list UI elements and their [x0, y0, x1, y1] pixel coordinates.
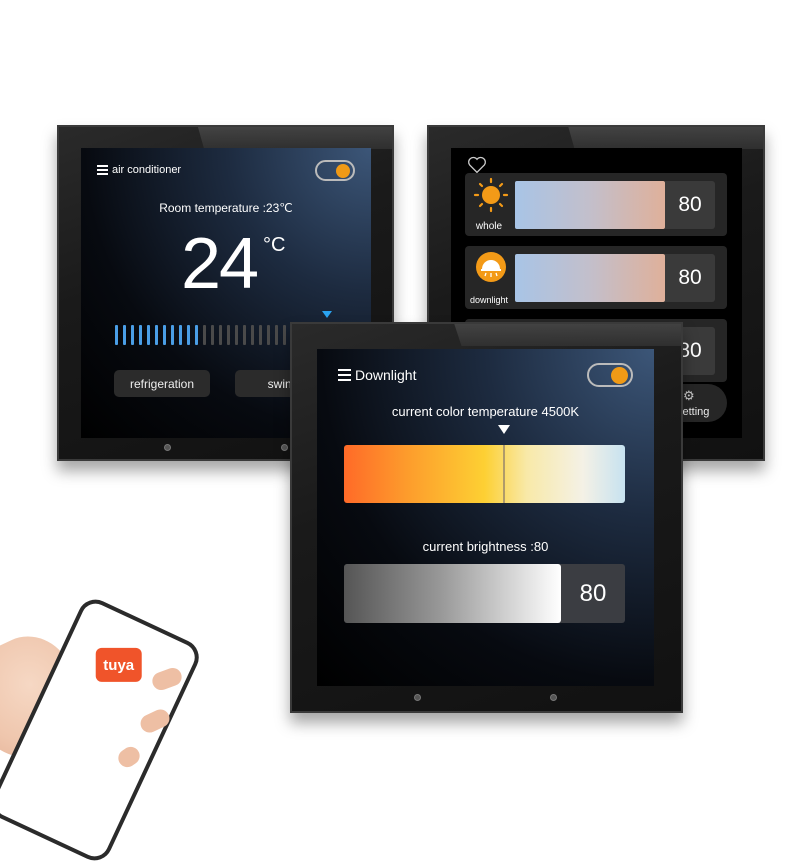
- ac-power-toggle[interactable]: [315, 160, 355, 181]
- color-temperature-pointer-icon[interactable]: [498, 425, 511, 434]
- gear-icon: ⚙: [683, 388, 695, 403]
- temperature-level-slider[interactable]: [115, 325, 302, 345]
- level-tick: [147, 325, 150, 345]
- refrigeration-button[interactable]: refrigeration: [114, 370, 210, 397]
- toggle-knob: [611, 367, 628, 384]
- color-temperature-label: current color temperature 4500K: [391, 404, 580, 419]
- brightness-value: 80: [579, 579, 607, 607]
- color-temperature-marker[interactable]: [503, 445, 506, 503]
- menu-icon[interactable]: [338, 369, 351, 381]
- level-tick: [251, 325, 254, 345]
- set-temperature: 24: [181, 224, 259, 304]
- room-temperature-label: Room temperature :23℃: [159, 201, 293, 215]
- level-tick: [195, 325, 198, 345]
- level-tick: [275, 325, 278, 345]
- sun-icon: [473, 177, 509, 213]
- light-level-bar[interactable]: [515, 254, 665, 302]
- level-tick: [123, 325, 126, 345]
- temperature-unit: °C: [263, 234, 286, 256]
- light-row-downlight[interactable]: downlight 80: [465, 246, 727, 309]
- heart-icon[interactable]: [467, 156, 487, 174]
- menu-icon[interactable]: [97, 165, 108, 175]
- brightness-fill[interactable]: [344, 564, 561, 623]
- downlight-control-panel: Downlight current color temperature 4500…: [290, 322, 683, 713]
- light-level-value: 80: [665, 181, 715, 229]
- frame-gloss: [568, 127, 763, 149]
- level-tick: [211, 325, 214, 345]
- screw: [414, 694, 421, 701]
- frame-gloss: [454, 324, 681, 346]
- downlight-menu-header[interactable]: Downlight: [338, 367, 416, 383]
- screw: [164, 444, 171, 451]
- ac-title: air conditioner: [112, 164, 182, 176]
- level-tick: [155, 325, 158, 345]
- smartphone: tuya: [0, 593, 205, 866]
- downlight-title: Downlight: [355, 367, 417, 383]
- color-temperature-slider[interactable]: [344, 445, 625, 503]
- level-tick: [115, 325, 118, 345]
- level-tick: [259, 325, 262, 345]
- level-tick: [139, 325, 142, 345]
- level-tick: [283, 325, 286, 345]
- brightness-slider[interactable]: 80: [344, 564, 625, 623]
- tuya-app-logo: tuya: [95, 647, 142, 682]
- level-tick: [243, 325, 246, 345]
- level-tick: [131, 325, 134, 345]
- level-tick: [203, 325, 206, 345]
- light-row-whole[interactable]: whole 80: [465, 173, 727, 236]
- downlight-power-toggle[interactable]: [587, 363, 633, 387]
- frame-gloss: [197, 127, 392, 149]
- level-tick: [227, 325, 230, 345]
- screw: [281, 444, 288, 451]
- level-tick: [163, 325, 166, 345]
- ac-menu-header[interactable]: air conditioner: [97, 164, 181, 176]
- light-row-label: downlight: [469, 295, 509, 305]
- level-tick: [267, 325, 270, 345]
- level-pointer-icon[interactable]: [322, 311, 332, 318]
- brightness-label: current brightness :80: [422, 539, 549, 554]
- downlight-icon: [476, 252, 506, 282]
- toggle-knob: [336, 164, 350, 178]
- level-tick: [235, 325, 238, 345]
- level-tick: [187, 325, 190, 345]
- level-tick: [171, 325, 174, 345]
- level-tick: [219, 325, 222, 345]
- light-level-value: 80: [665, 254, 715, 302]
- light-row-label: whole: [475, 221, 503, 232]
- level-tick: [179, 325, 182, 345]
- downlight-screen: Downlight current color temperature 4500…: [317, 349, 654, 686]
- light-level-bar[interactable]: [515, 181, 665, 229]
- screw: [550, 694, 557, 701]
